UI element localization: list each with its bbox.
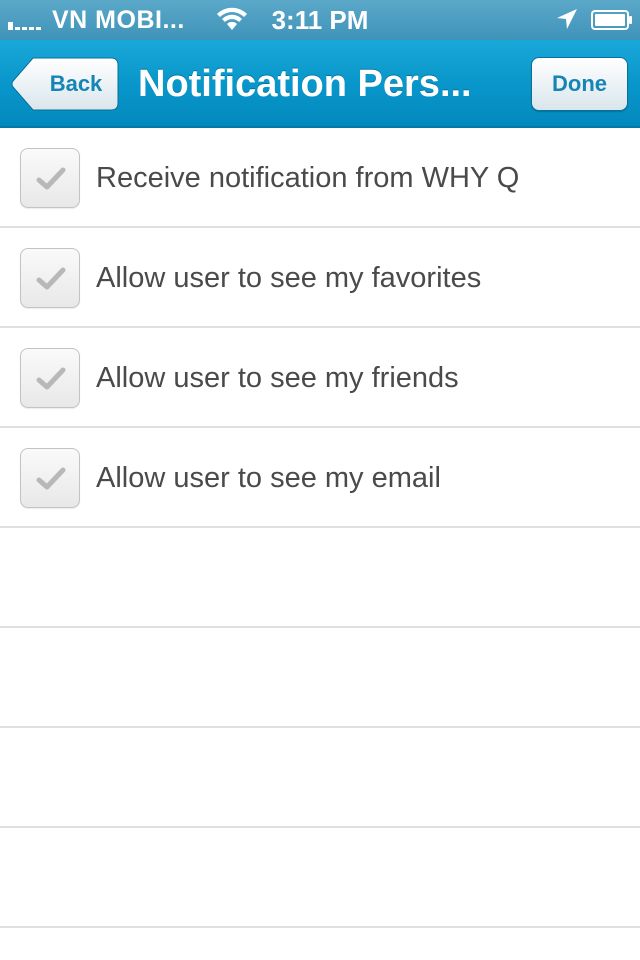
list-item-see-favorites[interactable]: Allow user to see my favorites bbox=[0, 228, 640, 328]
row-label: Receive notification from WHY Q bbox=[96, 162, 520, 194]
list-item-see-friends[interactable]: Allow user to see my friends bbox=[0, 328, 640, 428]
checkmark-icon bbox=[36, 167, 66, 190]
navigation-bar: Back Notification Pers... Done bbox=[0, 40, 640, 128]
done-button[interactable]: Done bbox=[531, 57, 628, 111]
list-item-see-email[interactable]: Allow user to see my email bbox=[0, 428, 640, 528]
empty-row bbox=[0, 828, 640, 928]
status-bar: VN MOBI... 3:11 PM bbox=[0, 0, 640, 40]
battery-icon bbox=[591, 10, 632, 30]
settings-list: Receive notification from WHY Q Allow us… bbox=[0, 128, 640, 928]
page-title: Notification Pers... bbox=[138, 63, 472, 105]
back-button-label: Back bbox=[49, 71, 103, 96]
row-label: Allow user to see my email bbox=[96, 462, 441, 494]
checkbox[interactable] bbox=[20, 448, 80, 508]
empty-row bbox=[0, 628, 640, 728]
list-item-receive-notification[interactable]: Receive notification from WHY Q bbox=[0, 128, 640, 228]
row-label: Allow user to see my favorites bbox=[96, 262, 482, 294]
row-label: Allow user to see my friends bbox=[96, 362, 459, 394]
back-button[interactable]: Back bbox=[11, 57, 119, 111]
location-icon bbox=[557, 9, 577, 29]
checkmark-icon bbox=[36, 367, 66, 390]
empty-row bbox=[0, 728, 640, 828]
status-time: 3:11 PM bbox=[271, 5, 369, 35]
checkmark-icon bbox=[36, 467, 66, 490]
empty-row bbox=[0, 528, 640, 628]
checkbox[interactable] bbox=[20, 348, 80, 408]
checkmark-icon bbox=[36, 267, 66, 290]
checkbox[interactable] bbox=[20, 148, 80, 208]
checkbox[interactable] bbox=[20, 248, 80, 308]
